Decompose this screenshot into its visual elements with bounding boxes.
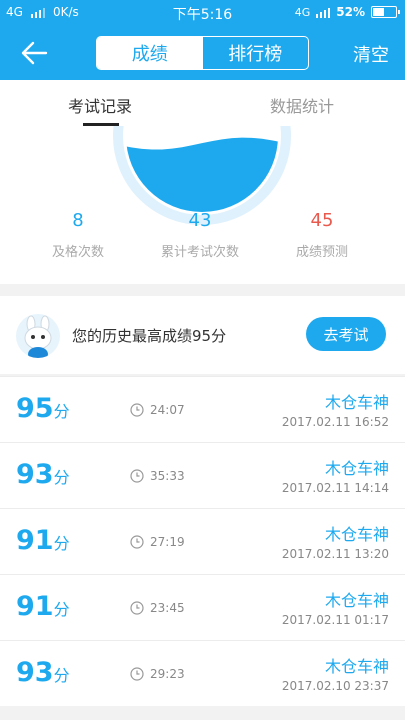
status-bar: 4G 0K/s 下午5:16 4G 52% [0,0,405,26]
record-date: 2017.02.11 13:20 [281,547,389,561]
score-unit: 分 [53,468,70,487]
score-unit: 分 [53,666,70,685]
record-title: 木仓车神 [324,657,389,676]
record-title: 木仓车神 [324,393,389,412]
stat-total-exams: 43 累计考试次数 [140,210,260,260]
stat-pass-count: 8 及格次数 [18,210,138,260]
record-row[interactable]: 91分 27:19 木仓车神 2017.02.11 13:20 [0,508,405,574]
record-row[interactable]: 93分 29:23 木仓车神 2017.02.10 23:37 [0,640,405,706]
record-row[interactable]: 95分 24:07 木仓车神 2017.02.11 16:52 [0,376,405,442]
record-title: 木仓车神 [324,525,389,544]
exam-record-list: 95分 24:07 木仓车神 2017.02.11 16:52 93分 35:3… [0,376,405,706]
stat-total-label: 累计考试次数 [160,245,239,260]
tab-data-statistics[interactable]: 数据统计 [270,93,334,117]
take-exam-button[interactable]: 去考试 [306,317,386,351]
record-row[interactable]: 91分 23:45 木仓车神 2017.02.11 01:17 [0,574,405,640]
avatar [16,314,60,358]
record-title: 木仓车神 [324,459,389,478]
record-score: 93分 [16,459,70,490]
record-date: 2017.02.11 01:17 [281,613,389,627]
record-date: 2017.02.11 16:52 [281,415,389,429]
nav-bar: 成绩 排行榜 清空 [0,26,405,80]
stat-total-value: 43 [188,210,212,231]
record-score: 91分 [16,591,70,622]
record-title: 木仓车神 [324,591,389,610]
stat-pass-label: 及格次数 [51,245,104,260]
score-value: 93 [16,459,54,490]
duration-text: 35:33 [150,469,185,483]
score-value: 91 [16,525,54,556]
stat-pass-value: 8 [72,210,84,231]
duration-text: 27:19 [150,535,185,549]
duration-text: 23:45 [150,601,185,615]
clock-icon [130,403,144,417]
clock-icon [130,469,144,483]
best-score-banner: 您的历史最高成绩95分 去考试 [0,296,405,374]
duration-text: 24:07 [150,403,185,417]
record-date: 2017.02.10 23:37 [281,679,389,693]
tab-scores[interactable]: 成绩 [97,37,203,69]
network-label-right: 4G [294,5,311,19]
score-value: 95 [16,393,54,424]
clock-icon [130,601,144,615]
sub-tabs: 考试记录 数据统计 [0,80,405,126]
score-value: 91 [16,591,54,622]
clock-icon [130,667,144,681]
segmented-control: 成绩 排行榜 [96,36,309,70]
record-duration: 24:07 [130,403,185,417]
tab-ranking[interactable]: 排行榜 [203,37,309,69]
record-row[interactable]: 93分 35:33 木仓车神 2017.02.11 14:14 [0,442,405,508]
tab-exam-records[interactable]: 考试记录 [68,93,132,117]
battery-percent: 52% [336,5,365,19]
battery-icon [371,6,400,18]
record-duration: 35:33 [130,469,185,483]
score-unit: 分 [53,534,70,553]
score-value: 93 [16,657,54,688]
record-duration: 29:23 [130,667,185,681]
best-score-text: 您的历史最高成绩95分 [72,327,227,345]
stat-prediction-label: 成绩预测 [295,245,348,260]
record-score: 91分 [16,525,70,556]
arrow-left-icon [21,41,48,65]
record-duration: 27:19 [130,535,185,549]
stat-prediction: 45 成绩预测 [262,210,382,260]
record-score: 95分 [16,393,70,424]
back-button[interactable] [18,38,50,68]
score-unit: 分 [53,402,70,421]
signal-icon-right [316,7,331,18]
record-score: 93分 [16,657,70,688]
record-duration: 23:45 [130,601,185,615]
score-unit: 分 [53,600,70,619]
duration-text: 29:23 [150,667,185,681]
mascot-icon [24,315,52,358]
summary-card: 8 及格次数 43 累计考试次数 45 成绩预测 [0,126,405,284]
clear-button[interactable]: 清空 [353,41,389,67]
record-date: 2017.02.11 14:14 [281,481,389,495]
stat-prediction-value: 45 [310,210,334,231]
clock-icon [130,535,144,549]
